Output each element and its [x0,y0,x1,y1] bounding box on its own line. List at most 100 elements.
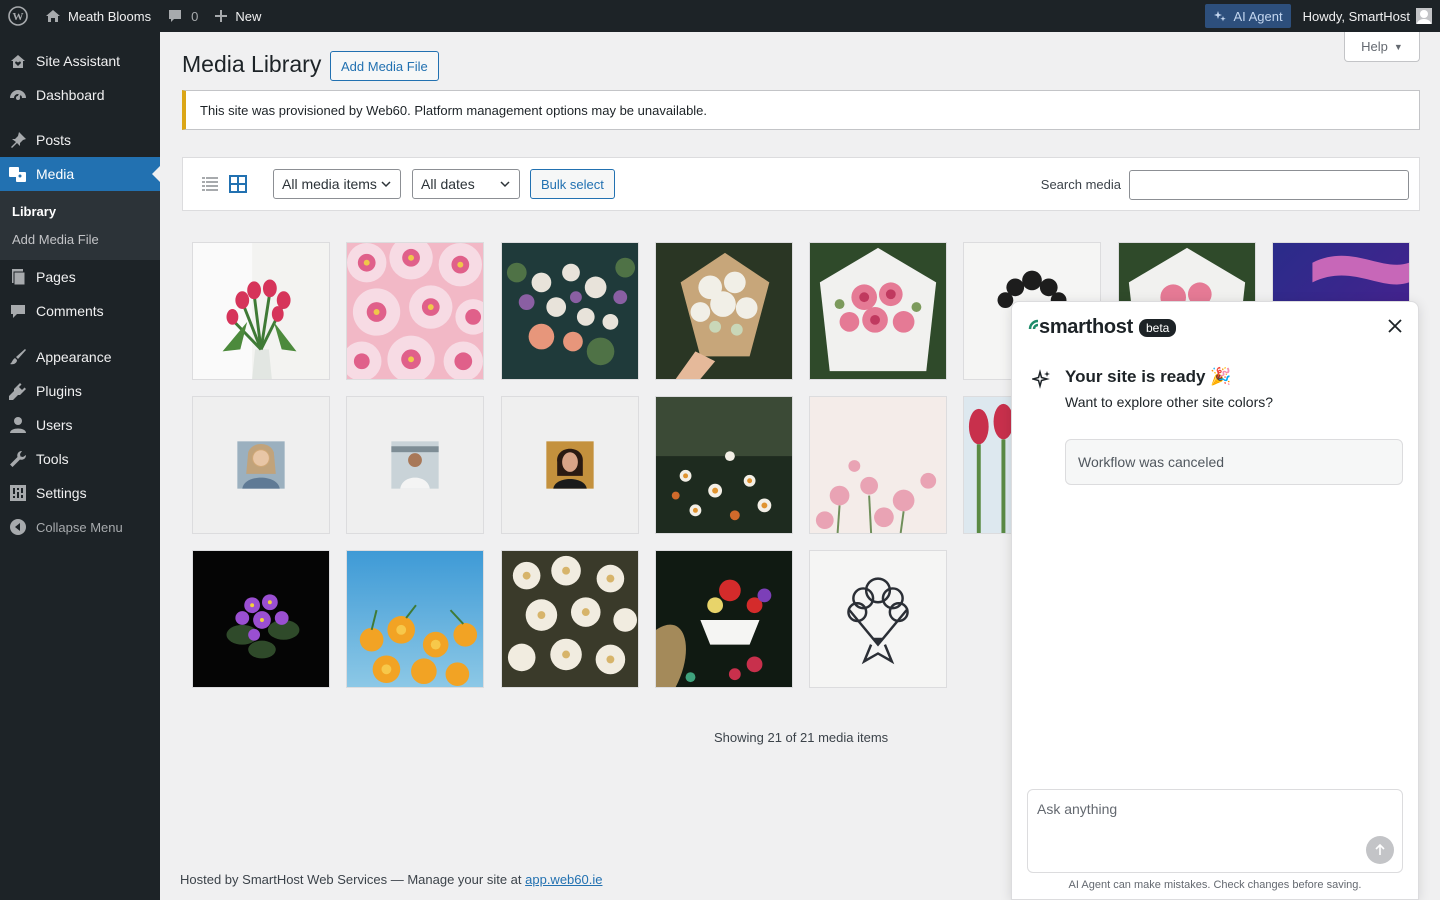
media-item[interactable] [809,396,947,534]
new-label: New [235,8,262,24]
media-item[interactable] [501,396,639,534]
user-account-menu[interactable]: Howdy, SmartHost [1295,0,1440,32]
media-toolbar: All media items All dates Bulk select Se… [182,157,1420,211]
help-label: Help [1361,39,1388,54]
sidebar-item-users[interactable]: Users [0,408,160,442]
collapse-icon [8,517,28,537]
site-name-link[interactable]: Meath Blooms [36,0,159,32]
collapse-menu-button[interactable]: Collapse Menu [0,510,160,544]
sidebar-item-settings[interactable]: Settings [0,476,160,510]
house-heart-icon [8,51,28,71]
chevron-down-icon [381,181,391,188]
list-view-icon[interactable] [199,173,221,195]
sidebar-item-pages[interactable]: Pages [0,260,160,294]
media-icon [8,164,28,184]
media-item[interactable] [346,242,484,380]
beta-badge: beta [1139,318,1177,337]
search-media-label: Search media [1040,177,1121,192]
sparkle-icon [1030,369,1052,392]
sidebar-item-dashboard[interactable]: Dashboard [0,78,160,112]
avatar [1416,8,1432,24]
sidebar-item-tools[interactable]: Tools [0,442,160,476]
comments-link[interactable]: 0 [159,0,206,32]
assistant-message-title: Your site is ready 🎉 [1065,367,1232,386]
media-item[interactable] [501,550,639,688]
assistant-brand: smarthost beta [1028,316,1177,339]
sidebar-item-label: Site Assistant [36,53,121,69]
media-type-filter-value: All media items [282,176,377,192]
user-icon [8,415,28,435]
wrench-icon [8,449,28,469]
sidebar-item-label: Appearance [36,349,112,365]
comments-count: 0 [191,8,199,24]
submenu-item-add-media-file[interactable]: Add Media File [0,225,160,253]
send-button[interactable] [1366,836,1394,864]
brand-name: smarthost [1039,316,1133,338]
howdy-text: Howdy, SmartHost [1302,8,1410,24]
sidebar-item-label: Users [36,417,73,433]
ai-agent-label: AI Agent [1233,8,1283,24]
page-title: Media Library [182,51,322,77]
close-panel-button[interactable] [1386,317,1404,335]
submenu-item-library[interactable]: Library [0,197,160,225]
comment-icon [169,10,182,22]
media-item[interactable] [809,550,947,688]
bulk-select-button[interactable]: Bulk select [530,169,615,199]
sidebar-item-site-assistant[interactable]: Site Assistant [0,44,160,78]
sidebar-item-label: Comments [36,303,104,319]
media-item[interactable] [192,396,330,534]
media-item[interactable] [192,242,330,380]
sidebar-item-media[interactable]: Media [0,157,160,191]
dashboard-icon [8,85,28,105]
media-item[interactable] [501,242,639,380]
admin-sidebar: Site Assistant Dashboard Posts Media Lib… [0,32,160,900]
search-media-input[interactable] [1129,170,1409,200]
ask-placeholder: Ask anything [1037,801,1118,817]
add-media-file-button[interactable]: Add Media File [330,51,439,81]
assistant-panel: smarthost beta Your site is ready 🎉 Want… [1011,301,1419,900]
media-item[interactable] [655,242,793,380]
media-count-text: Showing 21 of 21 media items [714,730,889,745]
arrow-up-icon [1375,843,1385,855]
media-item[interactable] [192,550,330,688]
media-item[interactable] [655,550,793,688]
caret-down-icon: ▼ [1393,41,1403,52]
date-filter[interactable]: All dates [412,169,520,199]
wordpress-logo-icon[interactable]: W [0,0,36,32]
collapse-menu-label: Collapse Menu [36,519,123,535]
media-item[interactable] [346,550,484,688]
sidebar-item-label: Plugins [36,383,82,399]
plug-icon [8,381,28,401]
ask-input[interactable]: Ask anything [1027,789,1403,873]
sidebar-item-label: Posts [36,132,72,148]
notice-text: This site was provisioned by Web60. Plat… [200,102,708,118]
site-name: Meath Blooms [68,8,152,24]
sidebar-item-label: Pages [36,269,76,285]
grid-view-icon[interactable] [227,173,249,195]
close-icon [1388,319,1402,333]
media-type-filter[interactable]: All media items [273,169,401,199]
sidebar-item-plugins[interactable]: Plugins [0,374,160,408]
sliders-icon [8,483,28,503]
new-content-link[interactable]: New [206,0,269,32]
comment-icon [8,301,28,321]
sidebar-item-appearance[interactable]: Appearance [0,340,160,374]
ai-agent-button[interactable]: AI Agent [1205,4,1291,28]
sidebar-item-posts[interactable]: Posts [0,123,160,157]
sidebar-item-comments[interactable]: Comments [0,294,160,328]
footer-link[interactable]: app.web60.ie [525,872,602,887]
sparkle-icon [1214,11,1227,22]
brush-icon [8,347,28,367]
media-item[interactable] [346,396,484,534]
pushpin-icon [8,130,28,150]
plus-icon [215,10,228,22]
home-icon [46,10,60,22]
sidebar-item-label: Tools [36,451,69,467]
admin-bar: W Meath Blooms 0 New AI Agent Howdy, Sma… [0,0,1440,32]
sidebar-item-label: Dashboard [36,87,105,103]
media-item[interactable] [809,242,947,380]
media-item[interactable] [655,396,793,534]
sidebar-item-label: Media [36,166,75,182]
help-tab-button[interactable]: Help ▼ [1344,32,1420,62]
media-submenu: Library Add Media File [0,191,160,260]
